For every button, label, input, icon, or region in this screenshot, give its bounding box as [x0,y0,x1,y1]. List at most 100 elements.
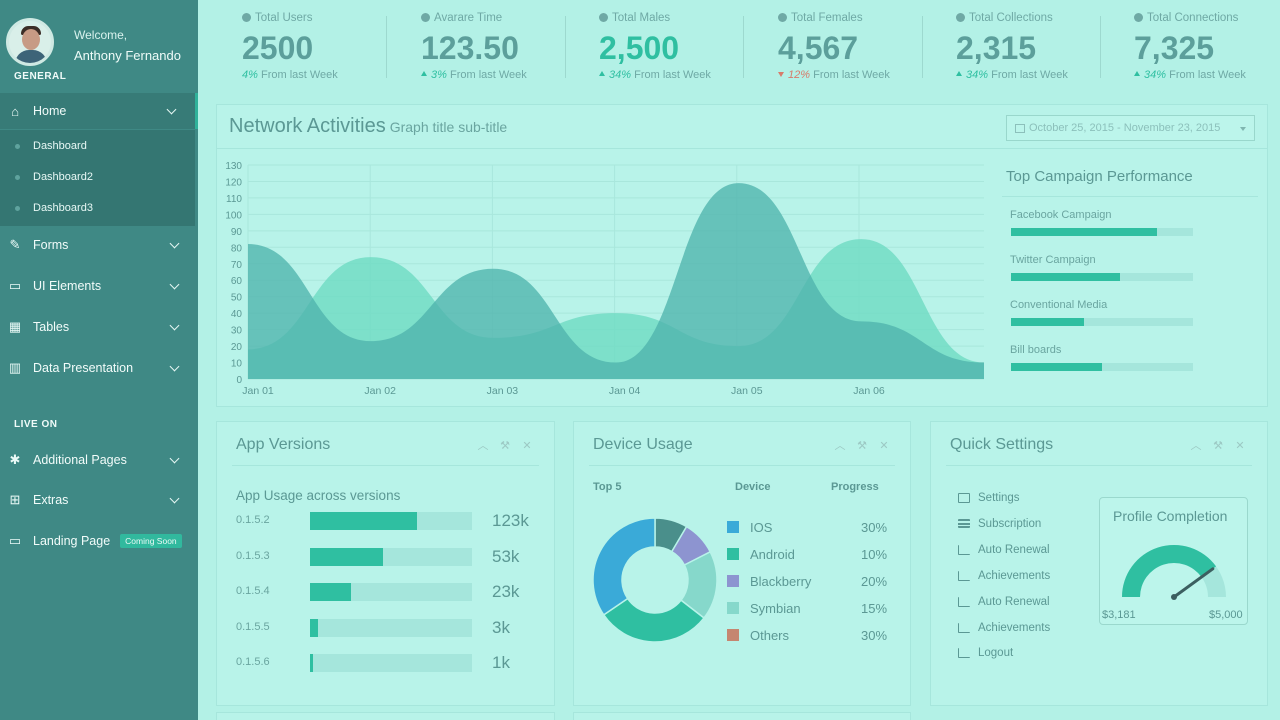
version-bar-fill [310,547,383,566]
legend-label: Others [750,628,790,643]
divider [589,465,895,466]
y-tick-label: 30 [231,326,243,337]
version-label: 0.1.5.2 [236,514,270,526]
version-bar-fill [310,618,318,637]
version-bar [310,583,472,601]
sidebar-item-extras[interactable]: ⊞ Extras [0,482,198,518]
arrow-up-icon [421,71,427,76]
wrench-icon[interactable]: ⚒ [499,440,511,452]
sidebar-item-additional-pages[interactable]: ✱ Additional Pages [0,442,198,478]
quick-setting-link[interactable]: Auto Renewal [958,544,1050,556]
gauge-fill [1122,545,1217,597]
sidebar-item-dashboard[interactable]: Dashboard [33,140,87,152]
version-value: 123k [492,511,529,530]
stat-label: Total Females [778,12,863,24]
sidebar-item-dashboard2[interactable]: Dashboard2 [33,171,93,183]
collapse-icon[interactable]: ︿ [834,440,846,452]
legend-percent: 15% [861,601,888,616]
chevron-down-icon [169,238,180,249]
col-top5: Top 5 [593,481,622,493]
bullet-icon [15,206,20,211]
quick-setting-link[interactable]: Auto Renewal [958,596,1050,608]
legend-swatch [727,575,739,587]
bar-chart-icon [958,544,970,555]
coming-soon-badge: Coming Soon [120,534,182,548]
stat-suffix: From last Week [813,69,890,81]
quick-setting-link[interactable]: Settings [958,492,1020,504]
quick-setting-link[interactable]: Logout [958,647,1013,659]
sidebar-item-home[interactable]: ⌂ Home [0,93,198,129]
network-area-chart: 0102030405060708090100110120130Jan 01 Jan… [225,161,984,397]
arrow-up-icon [599,71,605,76]
sidebar-item-label: Landing Page [33,534,111,548]
sidebar-item-forms[interactable]: ✎ Forms [0,227,198,263]
panel-tools: ︿ ⚒ ✕ [1190,440,1246,452]
edit-icon: ✎ [9,237,21,252]
campaign-label: Bill boards [1010,344,1062,356]
section-general: GENERAL [14,71,67,82]
version-label: 0.1.5.3 [236,549,270,562]
stat-suffix: From last Week [1169,69,1246,81]
avatar[interactable] [6,18,54,66]
wrench-icon[interactable]: ⚒ [1212,440,1224,452]
stat-label-text: Avarare Time [434,12,503,24]
y-tick-label: 130 [225,161,242,172]
collapse-icon[interactable]: ︿ [477,440,489,452]
campaign-label: Facebook Campaign [1010,209,1112,221]
stat-suffix: From last Week [991,69,1068,81]
user-icon [1134,13,1143,22]
quick-setting-link[interactable]: Subscription [958,518,1041,530]
campaign-label: Conventional Media [1010,299,1108,311]
campaign-progress-fill [1011,228,1157,236]
close-icon[interactable]: ✕ [521,440,533,452]
panel-tools: ︿ ⚒ ✕ [834,440,890,452]
campaign-title: Top Campaign Performance [1006,168,1193,185]
chevron-down-icon [169,361,180,372]
stat-trend: 3% From last Week [421,69,527,81]
sidebar-item-dashboard3[interactable]: Dashboard3 [33,202,93,214]
next-panel-edge [216,712,555,720]
campaign-progress-fill [1011,363,1102,371]
home-submenu: Dashboard Dashboard2 Dashboard3 [0,130,195,226]
sidebar-item-landing-page[interactable]: ▭ Landing Page Coming Soon [0,523,198,559]
stat-label-text: Total Collections [969,12,1053,24]
x-tick-label: Jan 04 [609,385,641,397]
y-tick-label: 80 [231,243,243,254]
sidebar-item-label: Additional Pages [33,453,127,467]
divider [565,16,566,78]
bug-icon: ✱ [9,452,21,467]
col-device: Device [735,481,771,493]
close-icon[interactable]: ✕ [878,440,890,452]
stat-percent: 3% [431,69,447,81]
campaign-progress-bar [1011,363,1193,371]
stat-suffix: From last Week [260,69,338,81]
stat-trend: 4% From last Week [242,69,338,81]
sidebar-item-tables[interactable]: ▦ Tables [0,309,198,345]
legend-percent: 10% [861,547,888,562]
line-chart-icon [958,570,970,581]
close-icon[interactable]: ✕ [1234,440,1246,452]
device-usage-title: Device Usage [593,436,693,453]
quick-setting-link[interactable]: Achievements [958,622,1050,634]
collapse-icon[interactable]: ︿ [1190,440,1202,452]
app-usage-subtitle: App Usage across versions [236,488,401,503]
divider [946,465,1252,466]
welcome-text: Welcome, [74,28,128,42]
windows-icon: ⊞ [9,492,21,507]
date-range-picker[interactable]: October 25, 2015 - November 23, 2015 [1006,115,1255,141]
version-label: 0.1.5.4 [236,585,270,597]
sidebar-item-label: UI Elements [33,279,102,293]
version-value: 3k [492,617,510,637]
stat-percent: 12% [788,69,811,81]
sidebar-item-ui-elements[interactable]: ▭ UI Elements [0,268,198,304]
quick-setting-link[interactable]: Achievements [958,570,1050,582]
divider [217,148,1267,149]
wrench-icon[interactable]: ⚒ [856,440,868,452]
divider [743,16,744,78]
user-icon [242,13,251,22]
version-bar-fill [310,583,351,601]
quick-setting-label: Auto Renewal [978,543,1050,556]
sidebar-item-data-presentation[interactable]: ▥ Data Presentation [0,350,198,386]
arrow-up-icon [956,71,962,76]
app-versions-title: App Versions [236,436,331,453]
